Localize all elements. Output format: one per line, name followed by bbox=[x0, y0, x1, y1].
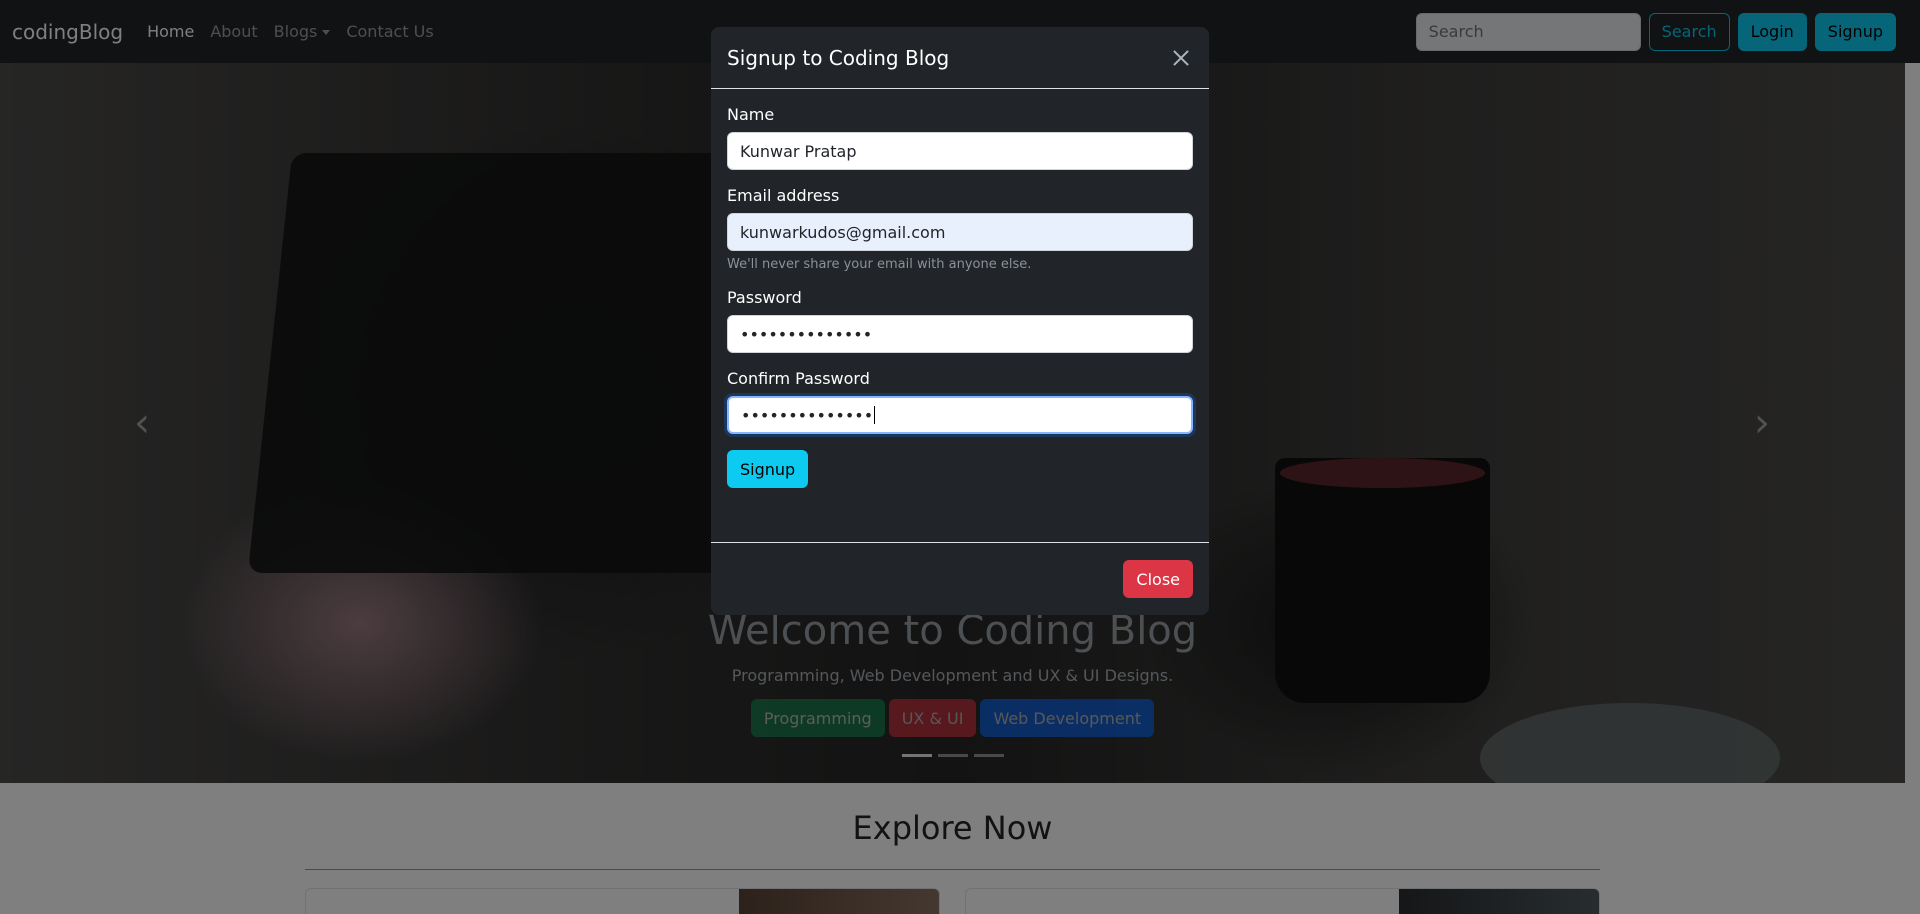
email-help-text: We'll never share your email with anyone… bbox=[727, 257, 1032, 272]
confirm-password-value: •••••••••••••• bbox=[741, 405, 874, 425]
email-value: kunwarkudos@gmail.com bbox=[740, 222, 946, 242]
password-value: •••••••••••••• bbox=[740, 324, 873, 344]
name-input[interactable]: Kunwar Pratap bbox=[727, 132, 1193, 170]
password-input[interactable]: •••••••••••••• bbox=[727, 315, 1193, 353]
confirm-password-input[interactable]: •••••••••••••• bbox=[727, 396, 1193, 434]
close-icon[interactable] bbox=[1169, 46, 1193, 70]
name-group: Name Kunwar Pratap bbox=[727, 105, 1193, 170]
confirm-password-group: Confirm Password •••••••••••••• bbox=[727, 369, 1193, 434]
modal-body: Name Kunwar Pratap Email address kunwark… bbox=[711, 89, 1209, 543]
modal-title: Signup to Coding Blog bbox=[727, 45, 950, 70]
signup-submit-button[interactable]: Signup bbox=[727, 450, 809, 488]
confirm-password-label: Confirm Password bbox=[727, 369, 870, 388]
signup-modal: Signup to Coding Blog Name Kunwar Pratap… bbox=[711, 27, 1209, 615]
email-input[interactable]: kunwarkudos@gmail.com bbox=[727, 213, 1193, 251]
name-label: Name bbox=[727, 105, 775, 124]
email-label: Email address bbox=[727, 186, 840, 205]
password-group: Password •••••••••••••• bbox=[727, 288, 1193, 353]
name-value: Kunwar Pratap bbox=[740, 141, 857, 161]
text-cursor bbox=[874, 406, 876, 424]
modal-footer: Close bbox=[711, 543, 1209, 615]
close-button[interactable]: Close bbox=[1123, 560, 1193, 598]
password-label: Password bbox=[727, 288, 802, 307]
modal-header: Signup to Coding Blog bbox=[711, 27, 1209, 89]
email-group: Email address kunwarkudos@gmail.com We'l… bbox=[727, 186, 1193, 272]
